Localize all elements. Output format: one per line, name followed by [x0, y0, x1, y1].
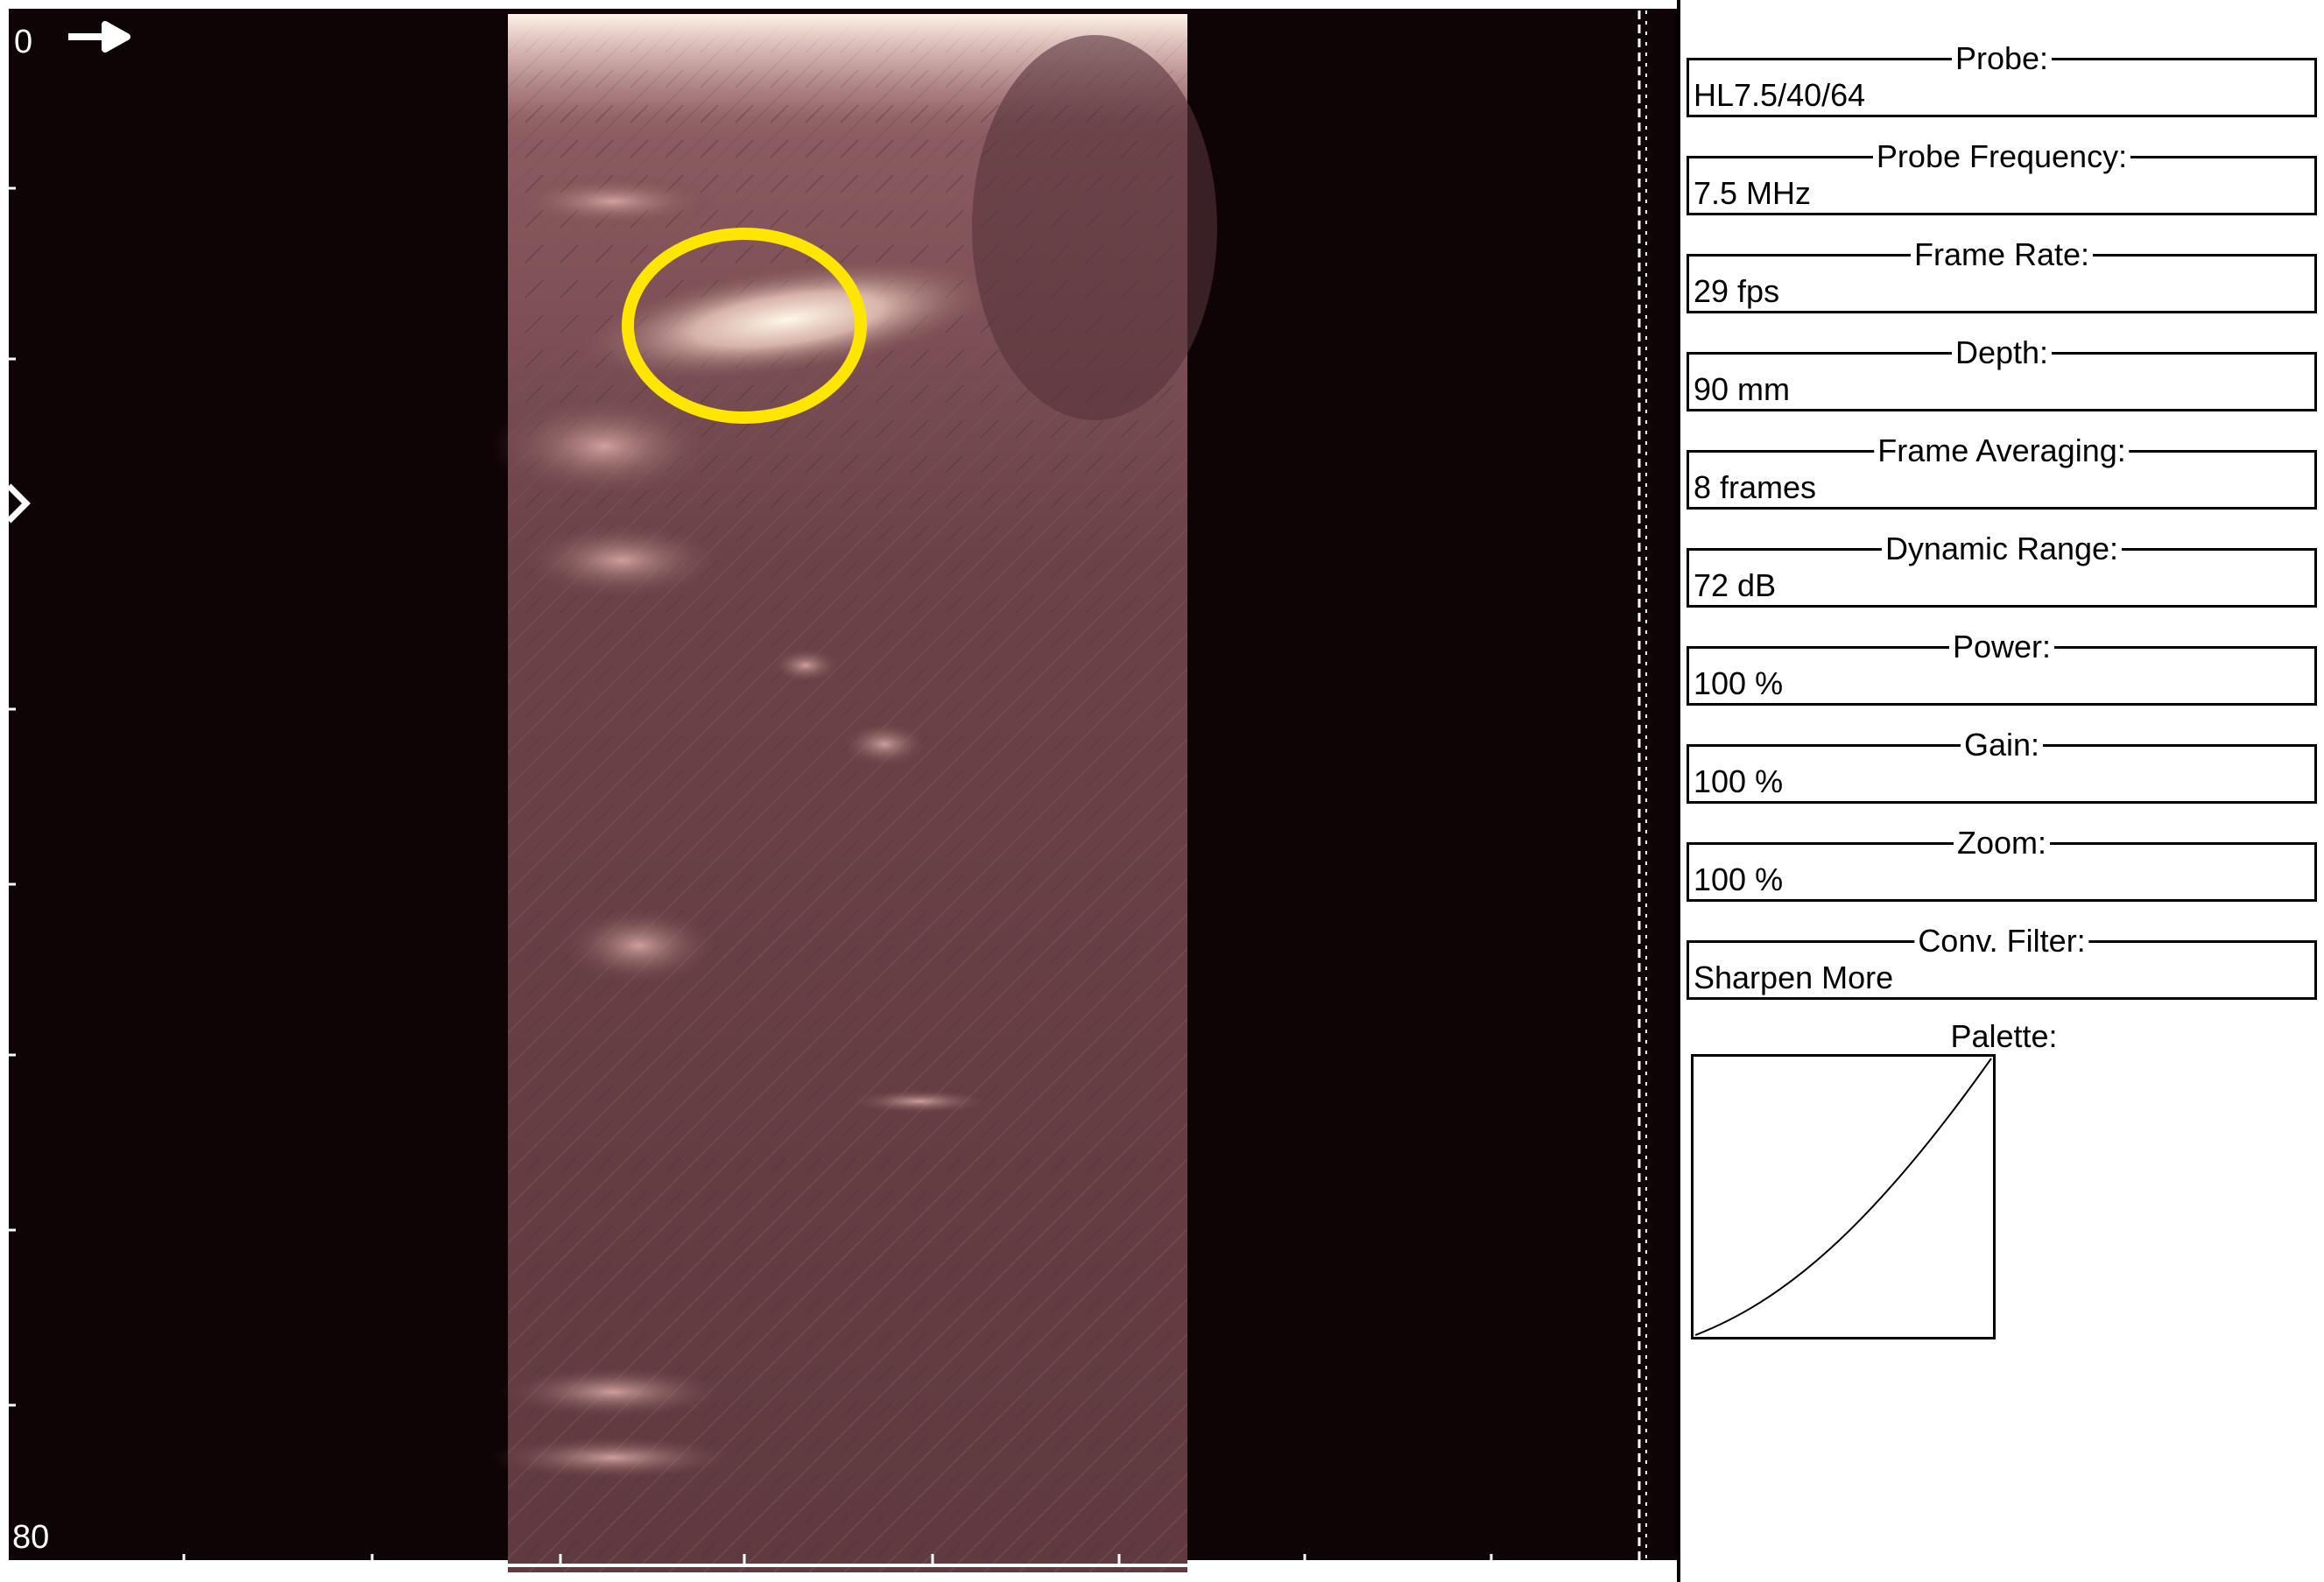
settings-panel: Probe: HL7.5/40/64 Probe Frequency: 7.5 … — [1677, 0, 2324, 1582]
frame-averaging-value: 8 frames — [1694, 469, 1817, 505]
frame-averaging-field: Frame Averaging: 8 frames — [1687, 433, 2317, 510]
zoom-value: 100 % — [1694, 861, 1784, 897]
palette-curve — [1694, 1058, 1992, 1336]
probe-label: Probe: — [1951, 41, 2053, 76]
palette-label: Palette: — [1950, 1018, 2058, 1054]
depth-value: 90 mm — [1694, 371, 1791, 407]
ultrasound-viewer[interactable]: 0 80 — [0, 0, 1677, 1576]
depth-field: Depth: 90 mm — [1687, 335, 2317, 411]
depth-label: Depth: — [1951, 335, 2053, 370]
gain-value: 100 % — [1694, 763, 1784, 799]
power-value: 100 % — [1694, 665, 1784, 701]
depth-bottom-label: 80 — [12, 1519, 49, 1556]
probe-frequency-field: Probe Frequency: 7.5 MHz — [1687, 139, 2317, 215]
probe-value: HL7.5/40/64 — [1694, 77, 1866, 113]
depth-top-label: 0 — [14, 24, 32, 60]
conv-filter-label: Conv. Filter: — [1914, 924, 2089, 959]
frame-rate-label: Frame Rate: — [1910, 237, 2094, 272]
frame-rate-value: 29 fps — [1694, 273, 1780, 309]
power-label: Power: — [1948, 629, 2055, 664]
probe-field: Probe: HL7.5/40/64 — [1687, 41, 2317, 117]
zoom-label: Zoom: — [1953, 826, 2051, 861]
conv-filter-field: Conv. Filter: Sharpen More — [1687, 924, 2317, 1000]
gain-label: Gain: — [1960, 728, 2044, 763]
dynamic-range-field: Dynamic Range: 72 dB — [1687, 531, 2317, 608]
dynamic-range-label: Dynamic Range: — [1881, 531, 2123, 566]
power-field: Power: 100 % — [1687, 629, 2317, 706]
conv-filter-value: Sharpen More — [1694, 960, 1894, 995]
dynamic-range-value: 72 dB — [1694, 567, 1777, 603]
gain-field: Gain: 100 % — [1687, 728, 2317, 804]
frame-rate-field: Frame Rate: 29 fps — [1687, 237, 2317, 313]
zoom-field: Zoom: 100 % — [1687, 826, 2317, 902]
palette-curve-box[interactable] — [1691, 1054, 1996, 1339]
probe-frequency-label: Probe Frequency: — [1872, 139, 2131, 174]
probe-frequency-value: 7.5 MHz — [1694, 175, 1812, 211]
ultrasound-image — [490, 14, 1217, 1572]
ultrasound-canvas[interactable]: 0 80 — [0, 0, 1677, 1576]
frame-averaging-label: Frame Averaging: — [1874, 433, 2130, 468]
